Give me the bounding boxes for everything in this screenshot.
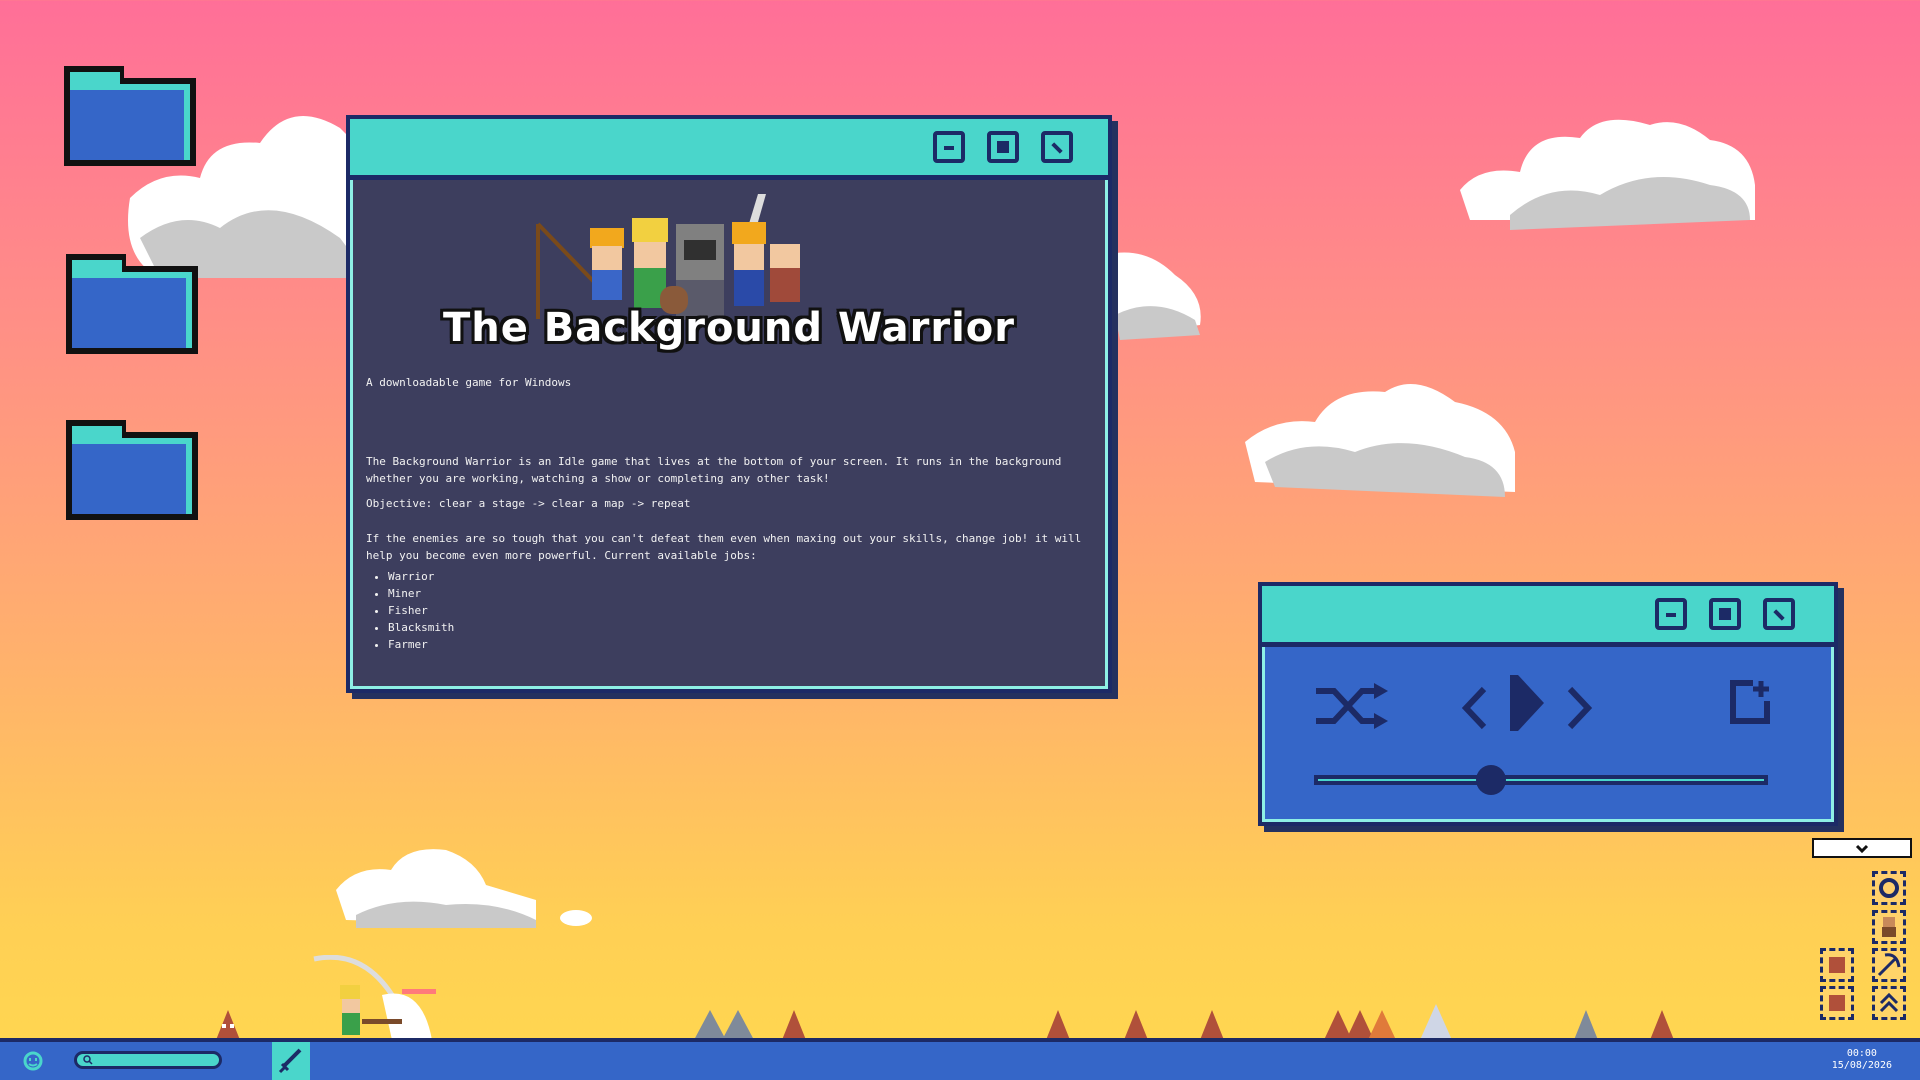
list-item: Farmer — [388, 636, 1092, 653]
taskbar-clock: 00:00 15/08/2026 — [1832, 1048, 1892, 1072]
game-title: The Background Warrior — [442, 305, 1016, 351]
enemy-icon — [1200, 1010, 1224, 1040]
enemy-icon — [782, 1010, 806, 1040]
minimize-button[interactable] — [933, 131, 965, 163]
game-subtitle: A downloadable game for Windows — [366, 376, 572, 389]
character-icon — [1882, 917, 1896, 937]
shuffle-icon[interactable] — [1312, 681, 1392, 733]
clock-date: 15/08/2026 — [1831, 1060, 1892, 1071]
enemy-icon — [694, 1010, 754, 1040]
previous-icon[interactable] — [1460, 685, 1488, 731]
list-item: Fisher — [388, 602, 1092, 619]
upgrade-slot-button[interactable] — [1872, 986, 1906, 1020]
pickaxe-slot-button[interactable] — [1872, 948, 1906, 982]
cloud — [1105, 252, 1201, 340]
desktop-folder-1[interactable] — [64, 66, 196, 166]
window-content: The Background Warrior A downloadable ga… — [350, 180, 1108, 667]
enemy-icon — [1829, 995, 1845, 1011]
list-item: Blacksmith — [388, 619, 1092, 636]
maximize-button[interactable] — [1709, 598, 1741, 630]
double-chevron-up-icon — [1879, 992, 1899, 1013]
game-banner: The Background Warrior — [366, 194, 1092, 374]
play-icon[interactable] — [1510, 675, 1544, 731]
cloud — [1245, 384, 1515, 497]
game-description: The Background Warrior is an Idle game t… — [366, 455, 1062, 485]
enemy-icon — [1574, 1010, 1598, 1040]
next-icon[interactable] — [1566, 685, 1594, 731]
character-slot-button[interactable] — [1872, 910, 1906, 944]
enemy-icon — [1046, 1010, 1070, 1040]
enemy-icon — [216, 1010, 240, 1040]
desktop-folder-2[interactable] — [66, 254, 198, 354]
pickaxe-icon — [1877, 953, 1901, 977]
taskbar: 00:00 15/08/2026 — [0, 1038, 1920, 1080]
list-item: Warrior — [388, 568, 1092, 585]
expand-dropdown-button[interactable] — [1812, 838, 1912, 858]
desktop-folder-3[interactable] — [66, 420, 198, 520]
search-input[interactable] — [74, 1051, 222, 1069]
cloud — [336, 849, 592, 928]
smiley-start-icon[interactable] — [22, 1050, 44, 1072]
volume-slider-knob[interactable] — [1476, 765, 1507, 795]
game-objective: Objective: clear a stage -> clear a map … — [366, 497, 691, 510]
volume-slider-track[interactable] — [1314, 775, 1768, 785]
jobs-list: Warrior Miner Fisher Blacksmith Farmer — [366, 568, 1092, 653]
enemy-icon — [1420, 1004, 1452, 1040]
taskbar-app-game[interactable] — [272, 1042, 310, 1080]
cloud — [1460, 119, 1755, 230]
player-controls — [1262, 647, 1834, 822]
clock-time: 00:00 — [1846, 1048, 1877, 1059]
search-icon — [83, 1055, 93, 1065]
jobs-intro: If the enemies are so tough that you can… — [366, 532, 1082, 562]
gear-icon — [1879, 878, 1899, 898]
close-button[interactable] — [1763, 598, 1795, 630]
enemy-icon — [1650, 1010, 1674, 1040]
game-info-window[interactable]: The Background Warrior A downloadable ga… — [346, 115, 1112, 693]
sword-icon — [278, 1048, 302, 1074]
settings-slot-button[interactable] — [1872, 871, 1906, 905]
enemy-icon — [1829, 957, 1845, 973]
music-player-window[interactable] — [1258, 582, 1838, 826]
enemy-slot-button[interactable] — [1820, 986, 1854, 1020]
chevron-down-icon — [1855, 844, 1869, 854]
maximize-button[interactable] — [987, 131, 1019, 163]
list-item: Miner — [388, 585, 1092, 602]
enemy-icon — [1124, 1010, 1148, 1040]
open-file-icon[interactable] — [1727, 679, 1773, 725]
minimize-button[interactable] — [1655, 598, 1687, 630]
enemy-icon — [1324, 1010, 1396, 1040]
hero-character-icon — [313, 955, 436, 1040]
close-button[interactable] — [1041, 131, 1073, 163]
window-titlebar[interactable] — [1262, 586, 1834, 647]
window-titlebar[interactable] — [350, 119, 1108, 180]
enemy-slot-button[interactable] — [1820, 948, 1854, 982]
